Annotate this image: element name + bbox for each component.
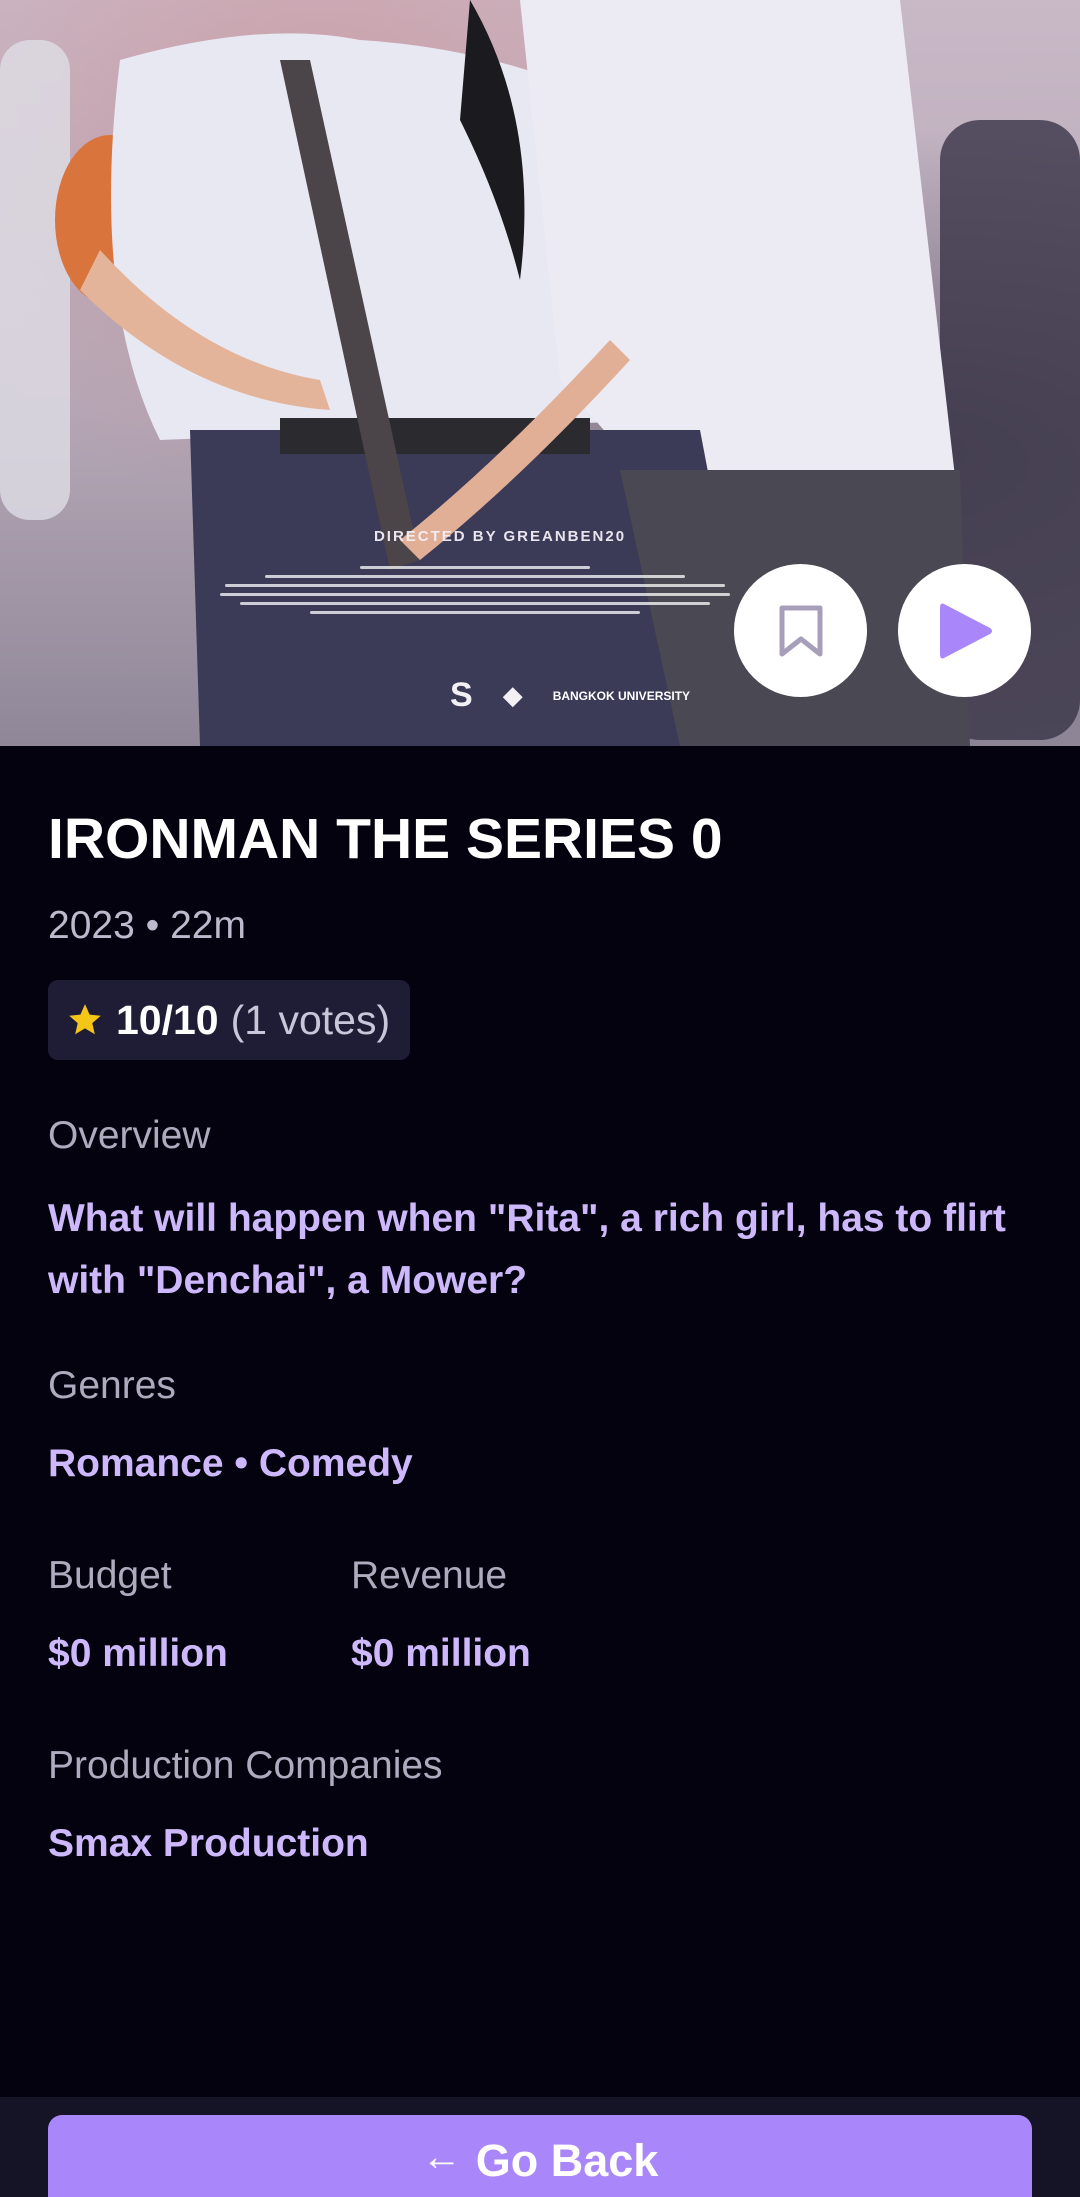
poster-credit-title: DIRECTED BY GREANBEN20 bbox=[373, 528, 627, 545]
poster-image: DIRECTED BY GREANBEN20 S ◆ BANGKOK UNIVE… bbox=[0, 0, 1080, 746]
movie-title: IRONMAN THE SERIES 0 bbox=[48, 807, 723, 871]
movie-meta: 2023 • 22m bbox=[48, 904, 246, 947]
go-back-button[interactable]: ← Go Back bbox=[48, 2115, 1032, 2197]
movie-detail-screen: DIRECTED BY GREANBEN20 S ◆ BANGKOK UNIVE… bbox=[0, 0, 1080, 2197]
star-icon bbox=[69, 1004, 101, 1035]
overview-text: What will happen when "Rita", a rich gir… bbox=[48, 1197, 1006, 1302]
arrow-left-icon: ← bbox=[421, 2135, 462, 2179]
production-companies-label: Production Companies bbox=[48, 1744, 443, 1787]
production-companies-value: Smax Production bbox=[48, 1822, 369, 1865]
play-button[interactable] bbox=[898, 564, 1031, 697]
bookmark-icon bbox=[779, 605, 822, 656]
revenue-value: $0 million bbox=[351, 1632, 531, 1675]
rating-badge: 10/10 (1 votes) bbox=[48, 980, 411, 1060]
revenue-label: Revenue bbox=[351, 1554, 508, 1597]
budget-label: Budget bbox=[48, 1554, 172, 1597]
rating-score: 10/10 bbox=[116, 996, 219, 1043]
poster-credit-block bbox=[215, 560, 735, 620]
poster-logos: S ◆ BANGKOK UNIVERSITY bbox=[450, 676, 690, 715]
genres-label: Genres bbox=[48, 1364, 176, 1407]
play-icon bbox=[939, 603, 992, 658]
genres-value: Romance • Comedy bbox=[48, 1442, 413, 1485]
bottom-action-bar: ← Go Back bbox=[0, 2097, 1080, 2197]
go-back-label: Go Back bbox=[475, 2135, 659, 2186]
diamond-logo-icon: ◆ bbox=[502, 680, 523, 710]
bookmark-button[interactable] bbox=[734, 564, 867, 697]
studio-logo: S bbox=[450, 676, 473, 714]
budget-value: $0 million bbox=[48, 1632, 228, 1675]
rating-votes: (1 votes) bbox=[230, 996, 391, 1043]
university-logo: BANGKOK UNIVERSITY bbox=[552, 688, 691, 703]
overview-label: Overview bbox=[48, 1114, 211, 1157]
